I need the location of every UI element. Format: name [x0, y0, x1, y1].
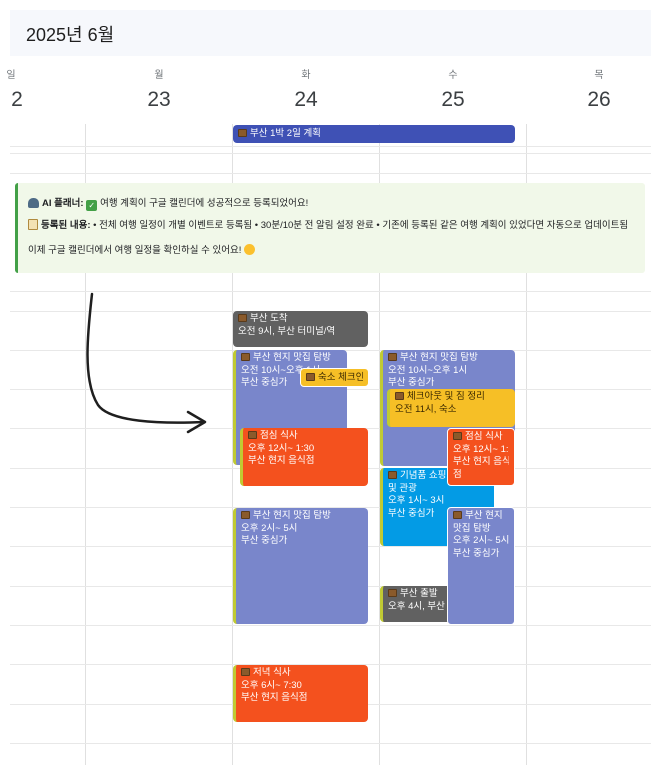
- event-time: 오전 10시~오후 1시: [388, 364, 468, 376]
- event-location: 부산 현지 음식점: [248, 455, 315, 466]
- day-of-week-sun: 일: [6, 70, 16, 81]
- event-title: 부산 현지 맛집 탐방: [400, 352, 478, 363]
- robot-icon: [28, 198, 39, 208]
- event-time: 오후 6시~ 7:30: [241, 679, 302, 691]
- event-location: 부산 현지 음식점: [241, 692, 308, 703]
- day-number-22[interactable]: 2: [11, 88, 23, 112]
- day-number-25[interactable]: 25: [441, 88, 464, 112]
- event-hotel-checkin[interactable]: 숙소 체크인: [300, 368, 369, 387]
- day-of-week-mon: 월: [154, 70, 164, 81]
- event-local-food-tour-afternoon[interactable]: 부산 현지 맛집 탐방 오후 2시~ 5시 부산 중심가: [233, 508, 368, 624]
- event-time: 오후 1시~ 3시: [388, 495, 445, 506]
- package-icon: [241, 668, 250, 676]
- day-number-24[interactable]: 24: [294, 88, 317, 112]
- day-number-26[interactable]: 26: [587, 88, 610, 112]
- hour-line: [10, 153, 651, 154]
- smile-icon: [244, 244, 256, 255]
- curved-arrow-icon: [86, 292, 207, 434]
- event-title: 부산 1박 2일 계획: [250, 128, 321, 139]
- event-location: 부산 중심가: [388, 377, 435, 388]
- event-title: 숙소 체크인: [318, 372, 363, 383]
- event-title: 부산 도착: [250, 313, 288, 324]
- package-icon: [388, 353, 397, 361]
- day-of-week-wed: 수: [448, 70, 458, 81]
- event-title: 기념품 쇼핑: [400, 470, 447, 481]
- event-local-food-tour-wed-afternoon[interactable]: 부산 현지 맛집 탐방 오후 2시~ 5시 부산 중심가: [447, 507, 515, 625]
- event-time: 오후 12시~ 1:30: [248, 442, 315, 454]
- event-lunch-tue[interactable]: 점심 식사 오후 12시~ 1:30 부산 현지 음식점: [240, 428, 368, 486]
- event-lunch-wed[interactable]: 점심 식사 오후 12시~ 1:30 부산 현지 음식 점: [447, 428, 515, 486]
- event-time: 오후 12시~ 1:30: [453, 443, 509, 455]
- event-location: 부산 중심가: [453, 547, 500, 559]
- event-title: 부산 출발: [400, 588, 438, 599]
- day-of-week-tue: 화: [301, 70, 311, 81]
- package-icon: [306, 373, 315, 381]
- ai-planner-panel: AI 플래너: ✓ 여행 계획이 구글 캘린더에 성공적으로 등록되었어요! 등록…: [15, 183, 645, 273]
- package-icon: [241, 511, 250, 519]
- event-title: 점심 식사: [465, 431, 503, 442]
- event-title: 부산 현지 맛집 탐방: [253, 352, 331, 363]
- event-title: 점심 식사: [260, 430, 298, 441]
- ai-closing-message: 이제 구글 캘린더에서 여행 일정을 확인하실 수 있어요!: [28, 245, 242, 256]
- hour-line: [10, 743, 651, 744]
- package-icon: [453, 511, 462, 519]
- event-location: 부산 중심가: [241, 535, 288, 546]
- day-of-week-thu: 목: [594, 70, 604, 81]
- event-busan-arrival[interactable]: 부산 도착 오전 9시, 부산 터미널/역: [233, 311, 368, 347]
- memo-icon: [28, 219, 38, 230]
- ai-planner-label: AI 플래너:: [42, 198, 84, 209]
- event-title-cont: 맛집 탐방: [453, 522, 491, 534]
- package-icon: [238, 129, 247, 137]
- registered-content-text: • 전체 여행 일정이 개별 이벤트로 등록됨 • 30분/10분 전 알림 설…: [93, 220, 629, 231]
- day-number-23[interactable]: 23: [147, 88, 170, 112]
- event-location: 부산 현지 음식: [453, 456, 509, 467]
- package-icon: [238, 314, 247, 322]
- event-checkout[interactable]: 체크아웃 및 짐 정리 오전 11시, 숙소: [387, 389, 515, 427]
- package-icon: [395, 392, 404, 400]
- event-title: 부산 현지: [465, 510, 503, 521]
- calendar-header: 2025년 6월: [10, 10, 651, 56]
- package-icon: [388, 471, 397, 479]
- package-icon: [453, 432, 462, 440]
- package-icon: [388, 589, 397, 597]
- registered-content-label: 등록된 내용:: [41, 220, 91, 231]
- event-title: 체크아웃 및 짐 정리: [407, 391, 485, 402]
- hour-line: [10, 173, 651, 174]
- hour-line: [10, 146, 651, 147]
- package-icon: [241, 353, 250, 361]
- month-title: 2025년 6월: [26, 25, 115, 45]
- event-time: 오전 9시, 부산 터미널/역: [238, 325, 336, 337]
- event-title: 부산 현지 맛집 탐방: [253, 510, 331, 521]
- package-icon: [248, 431, 257, 439]
- event-time: 오후 2시~ 5시: [453, 535, 509, 546]
- check-icon: ✓: [86, 200, 98, 211]
- ai-success-message: 여행 계획이 구글 캘린더에 성공적으로 등록되었어요!: [100, 198, 309, 209]
- event-location-cont: 점: [453, 468, 462, 480]
- event-busan-trip-plan[interactable]: 부산 1박 2일 계획: [233, 125, 515, 143]
- event-dinner[interactable]: 저녁 식사 오후 6시~ 7:30 부산 현지 음식점: [233, 665, 368, 722]
- event-time: 오후 2시~ 5시: [241, 522, 298, 534]
- hour-line: [10, 625, 651, 626]
- event-title: 저녁 식사: [253, 667, 291, 678]
- event-time: 오전 11시, 숙소: [395, 403, 457, 415]
